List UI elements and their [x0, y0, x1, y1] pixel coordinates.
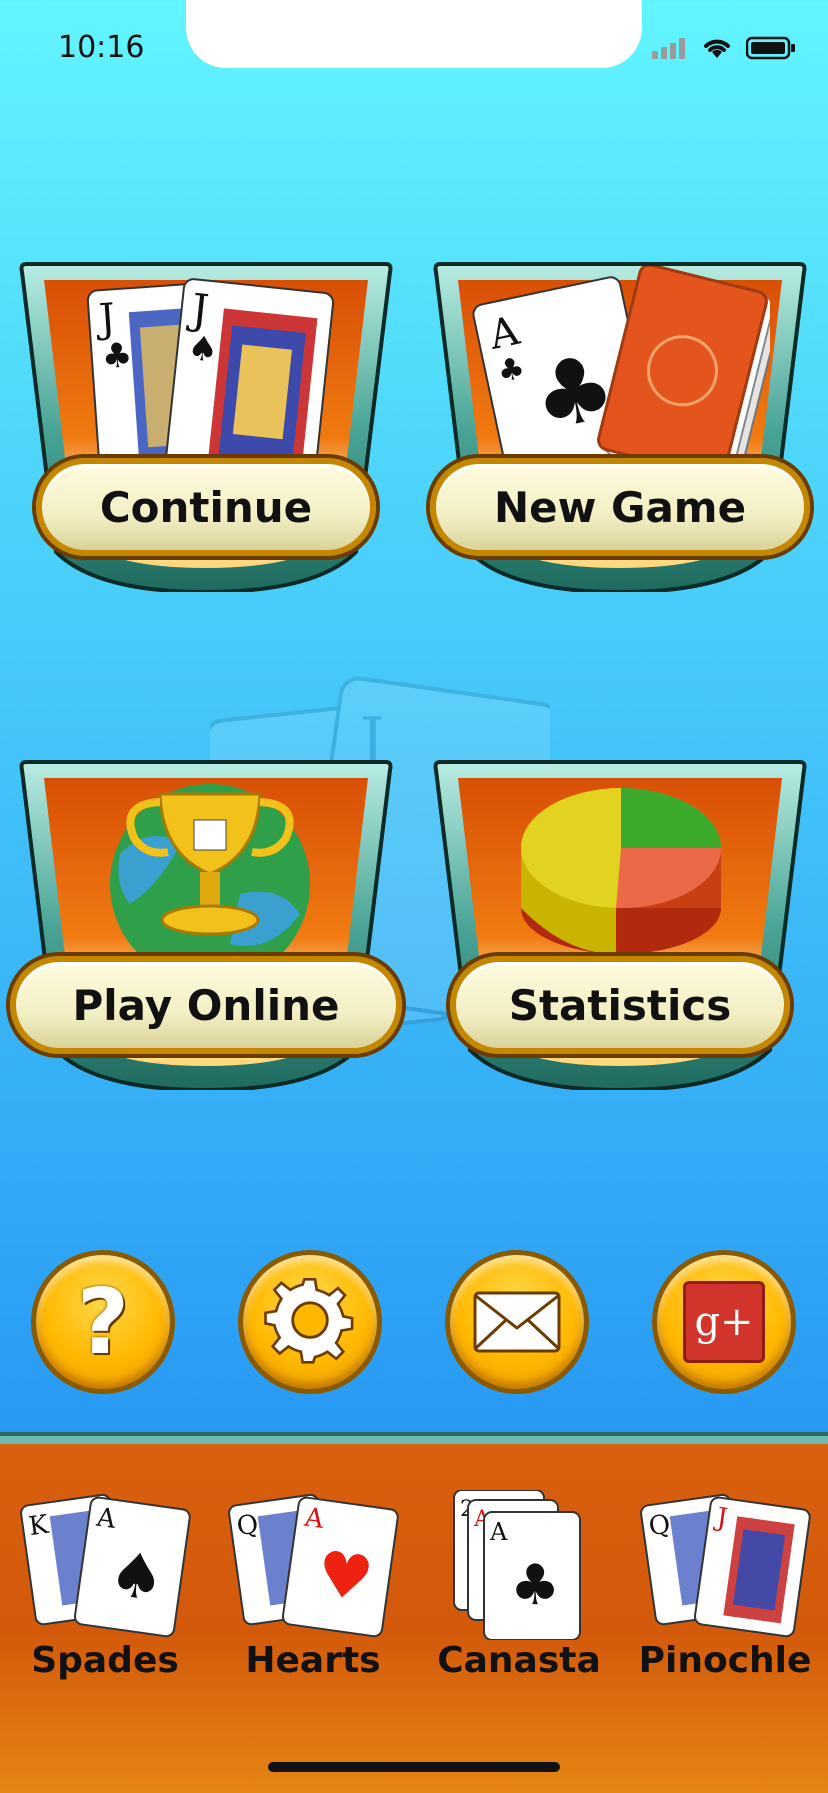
spades-cards-icon: K A ♠: [20, 1493, 191, 1638]
mail-button[interactable]: [445, 1250, 589, 1394]
pie-chart-icon: [520, 788, 722, 954]
svg-text:♣: ♣: [510, 1553, 560, 1618]
new-game-button[interactable]: New Game: [430, 458, 810, 556]
jacks-cards-icon: J ♣ J ♠: [86, 278, 335, 466]
play-online-tile[interactable]: Play Online: [10, 750, 402, 1090]
game-canasta[interactable]: 2 A A ♣ Canasta: [424, 1490, 614, 1681]
statistics-tile[interactable]: Statistics: [430, 750, 810, 1090]
new-game-tile[interactable]: A ♣ ♣ New Game: [430, 252, 810, 592]
svg-text:A: A: [489, 1518, 508, 1546]
new-deck-icon: A ♣ ♣: [472, 266, 770, 466]
canasta-cards-icon: 2 A A ♣: [453, 1490, 581, 1640]
battery-icon: [746, 36, 795, 60]
signal-icon: [652, 37, 688, 59]
game-pinochle[interactable]: Q J Pinochle: [630, 1490, 820, 1681]
home-indicator[interactable]: [268, 1762, 560, 1772]
help-button[interactable]: ?: [31, 1250, 175, 1394]
google-plus-text: g+: [694, 1299, 754, 1345]
device-notch: [186, 0, 642, 68]
game-hearts[interactable]: Q A ♥ Hearts: [218, 1490, 408, 1681]
svg-text:♥: ♥: [312, 1536, 377, 1616]
status-time: 10:16: [58, 30, 145, 65]
pinochle-cards-icon: Q J: [640, 1493, 811, 1638]
game-label-spades: Spades: [31, 1640, 179, 1681]
svg-text:♣: ♣: [100, 335, 133, 377]
statistics-button[interactable]: Statistics: [450, 956, 790, 1054]
svg-text:♠: ♠: [186, 328, 220, 371]
game-label-pinochle: Pinochle: [638, 1640, 812, 1681]
wifi-icon: [704, 39, 730, 58]
continue-button[interactable]: Continue: [36, 458, 376, 556]
question-icon: ?: [76, 1269, 130, 1375]
continue-tile[interactable]: J ♣ J ♠ Continue: [16, 252, 396, 592]
svg-text:♠: ♠: [104, 1536, 169, 1616]
hearts-cards-icon: Q A ♥: [228, 1493, 399, 1638]
game-label-hearts: Hearts: [245, 1640, 381, 1681]
google-plus-button[interactable]: g+: [652, 1250, 796, 1394]
status-icons: [652, 36, 796, 60]
play-online-button[interactable]: Play Online: [10, 956, 402, 1054]
svg-text:Q: Q: [235, 1510, 260, 1543]
trophy-globe-icon: [110, 784, 310, 964]
game-spades[interactable]: K A ♠ Spades: [10, 1490, 200, 1681]
mail-icon: [473, 1291, 561, 1353]
svg-text:Q: Q: [647, 1510, 672, 1543]
google-plus-icon: g+: [683, 1281, 765, 1363]
gear-icon: [264, 1277, 354, 1364]
settings-button[interactable]: [238, 1250, 382, 1394]
bottom-bar-divider: [0, 1436, 828, 1444]
game-label-canasta: Canasta: [437, 1640, 601, 1681]
